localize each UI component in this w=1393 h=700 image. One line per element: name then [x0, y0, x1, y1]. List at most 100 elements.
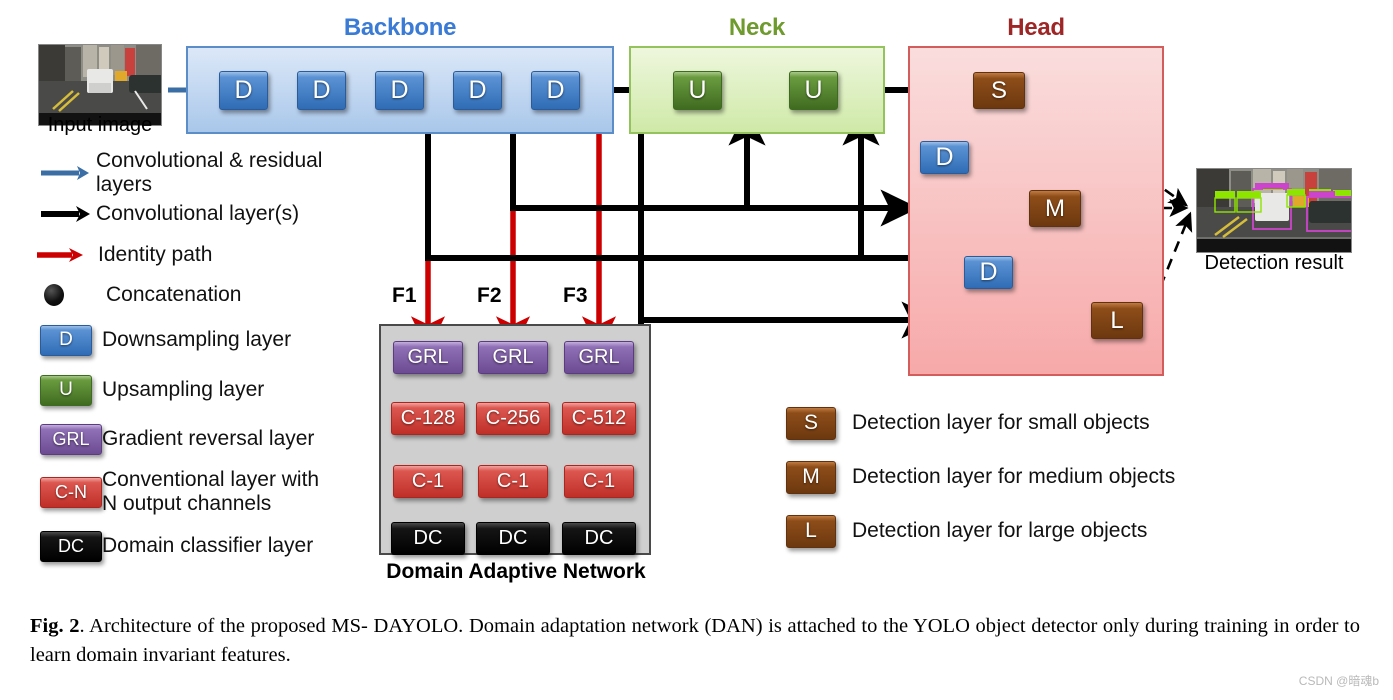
legend-label: Detection layer for medium objects: [852, 465, 1176, 488]
chip-label: GRL: [52, 428, 90, 449]
dan-dc-block-2[interactable]: DC: [476, 522, 550, 555]
legend-row-downsampling: D Downsampling layer: [34, 318, 384, 362]
legend-key: [34, 204, 96, 224]
head-detection-block-l[interactable]: L: [1091, 302, 1143, 339]
backbone-block-d-5[interactable]: D: [531, 71, 580, 110]
block-label: C-128: [400, 407, 456, 429]
neck-group-box: [629, 46, 885, 134]
legend-key: C-N: [34, 476, 102, 508]
legend-right: S Detection layer for small objects M De…: [786, 396, 1246, 558]
grl-chip-icon: GRL: [40, 423, 102, 455]
dan-grl-block-3[interactable]: GRL: [564, 341, 634, 374]
block-label: D: [390, 76, 409, 104]
block-label: C-1: [411, 470, 445, 492]
block-label: U: [804, 76, 823, 104]
concat-dot-icon: [44, 284, 64, 306]
chip-label: DC: [58, 535, 84, 556]
block-label: D: [234, 76, 253, 104]
legend-label: Downsampling layer: [102, 328, 292, 352]
chip-label: U: [59, 379, 73, 400]
figure-canvas: Backbone Neck Head Input image Detection…: [0, 0, 1393, 700]
block-label: D: [979, 258, 998, 286]
legend-row-dc: DC Domain classifier layer: [34, 524, 384, 568]
feature-label-f3: F3: [563, 284, 588, 307]
legend-row-concat: Concatenation: [34, 278, 384, 312]
neck-block-u-2[interactable]: U: [789, 71, 838, 110]
chip-label: M: [802, 465, 820, 488]
dan-conv-block-2[interactable]: C-256: [476, 402, 550, 435]
neck-title: Neck: [728, 14, 786, 41]
chip-label: L: [805, 519, 817, 542]
chip-label: S: [803, 411, 818, 434]
arrow-red-icon: [37, 248, 83, 262]
feature-label-f1: F1: [392, 284, 417, 307]
dan-grl-block-1[interactable]: GRL: [393, 341, 463, 374]
head-detection-block-m[interactable]: M: [1029, 190, 1081, 227]
block-label: C-256: [485, 407, 541, 429]
block-label: C-512: [571, 407, 627, 429]
head-detection-block-s[interactable]: S: [973, 72, 1025, 109]
head-title: Head: [1007, 14, 1065, 41]
legend-row-identity: Identity path: [34, 238, 384, 272]
dc-chip-icon: DC: [40, 530, 102, 562]
legend-key: GRL: [34, 423, 102, 455]
neck-block-u-1[interactable]: U: [673, 71, 722, 110]
detection-result-caption: Detection result: [1204, 252, 1344, 274]
block-label: D: [312, 76, 331, 104]
legend-label: Gradient reversal layer: [102, 427, 315, 451]
backbone-block-d-3[interactable]: D: [375, 71, 424, 110]
legend-label: Identity path: [98, 243, 213, 267]
legend-key: [34, 284, 106, 306]
head-downsample-block-2[interactable]: D: [964, 256, 1013, 289]
block-label: C-1: [496, 470, 530, 492]
dan-conv1-block-2[interactable]: C-1: [478, 465, 548, 498]
detect-medium-chip-icon: M: [786, 460, 836, 494]
dan-conv-block-3[interactable]: C-512: [562, 402, 636, 435]
dan-conv1-block-1[interactable]: C-1: [393, 465, 463, 498]
legend-label: Detection layer for small objects: [852, 411, 1150, 434]
backbone-block-d-1[interactable]: D: [219, 71, 268, 110]
chip-label: D: [59, 329, 73, 350]
dan-dc-block-3[interactable]: DC: [562, 522, 636, 555]
feature-label-f2: F2: [477, 284, 502, 307]
legend-row-conv-n: C-N Conventional layer with N output cha…: [34, 466, 384, 518]
block-label: C-1: [582, 470, 616, 492]
figure-caption-text: . Architecture of the proposed MS- DAYOL…: [30, 615, 1361, 667]
block-label: U: [688, 76, 707, 104]
upsampling-chip-icon: U: [40, 374, 92, 406]
legend-label: Convolutional & residual layers: [96, 149, 323, 196]
legend-label: Domain classifier layer: [102, 534, 314, 558]
arrow-black-icon: [41, 206, 90, 222]
legend-key: U: [34, 374, 102, 406]
block-label: D: [468, 76, 487, 104]
input-image-caption: Input image: [47, 114, 153, 136]
dan-conv1-block-3[interactable]: C-1: [564, 465, 634, 498]
block-label: S: [990, 76, 1007, 104]
backbone-block-d-4[interactable]: D: [453, 71, 502, 110]
legend-key: L: [786, 514, 852, 548]
domain-adaptive-network-title: Domain Adaptive Network: [386, 560, 646, 583]
legend-key: M: [786, 460, 852, 494]
figure-caption-prefix: Fig. 2: [30, 615, 80, 637]
legend-key: [34, 163, 96, 183]
legend-key: [34, 245, 98, 265]
backbone-title: Backbone: [343, 14, 457, 41]
dan-dc-block-1[interactable]: DC: [391, 522, 465, 555]
block-label: DC: [413, 527, 443, 549]
detect-small-chip-icon: S: [786, 406, 836, 440]
legend-row-upsampling: U Upsampling layer: [34, 368, 384, 412]
backbone-block-d-2[interactable]: D: [297, 71, 346, 110]
block-label: GRL: [578, 346, 620, 368]
block-label: GRL: [407, 346, 449, 368]
dan-grl-block-2[interactable]: GRL: [478, 341, 548, 374]
legend-key: D: [34, 324, 102, 356]
dan-conv-block-1[interactable]: C-128: [391, 402, 465, 435]
detection-result-thumbnail: [1196, 168, 1352, 253]
block-label: D: [546, 76, 565, 104]
legend-row-conv: Convolutional layer(s): [34, 196, 384, 232]
legend-key: S: [786, 406, 852, 440]
block-label: M: [1045, 194, 1065, 222]
block-label: GRL: [492, 346, 534, 368]
chip-label: C-N: [55, 481, 87, 502]
head-downsample-block-1[interactable]: D: [920, 141, 969, 174]
